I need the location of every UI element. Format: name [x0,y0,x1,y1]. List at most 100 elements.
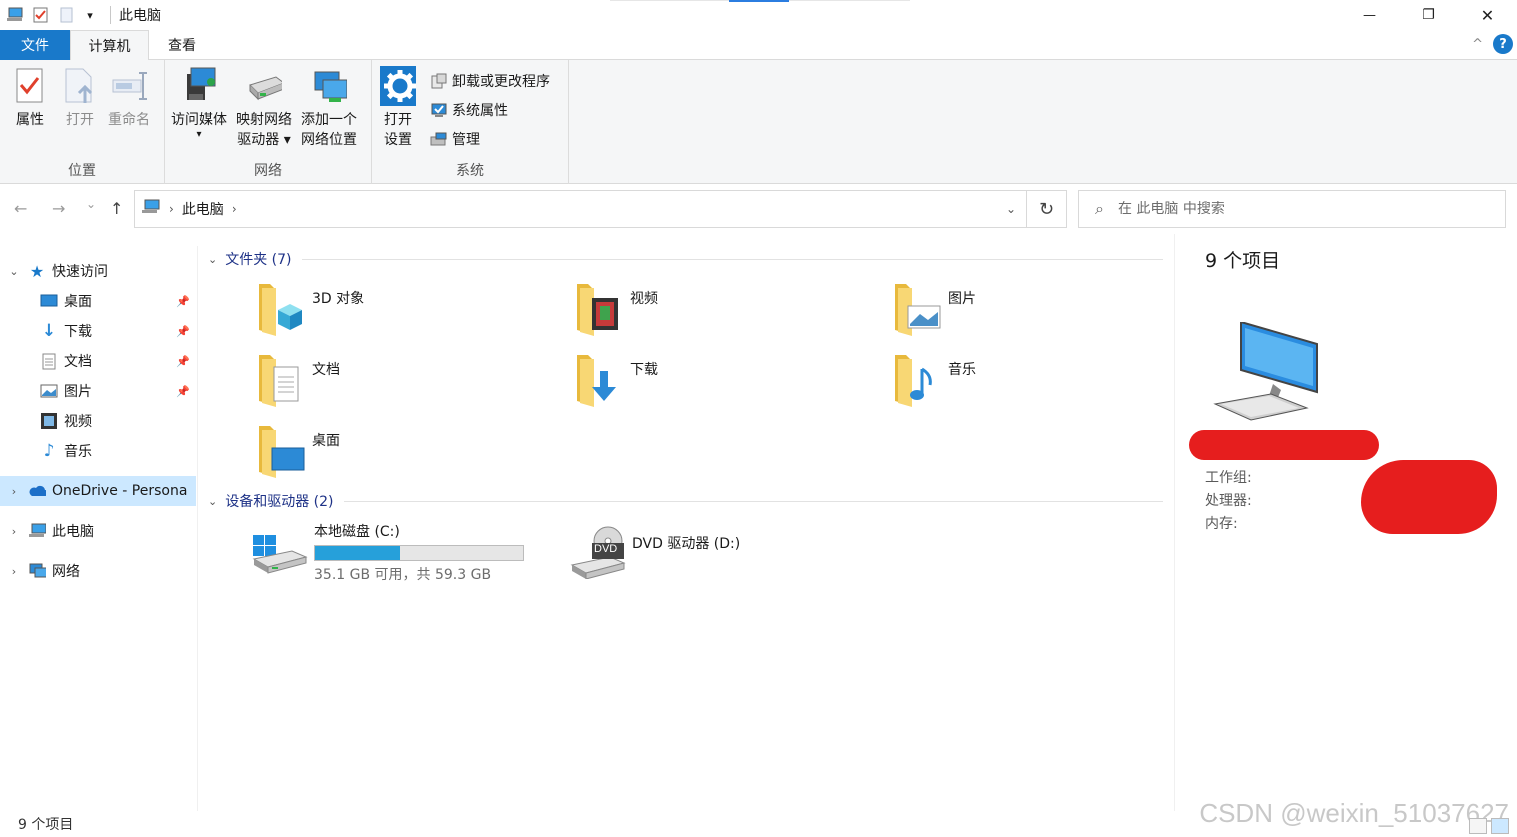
collapse-chevron-icon[interactable]: ⌄ [208,253,217,266]
expand-chevron-icon[interactable]: › [0,485,28,498]
properties-button[interactable]: 属性 [12,66,48,130]
pin-icon[interactable]: 📌 [176,385,190,398]
star-icon: ★ [29,261,45,281]
sidebar-item-documents[interactable]: 文档 📌 [0,346,196,376]
pin-icon[interactable]: 📌 [176,325,190,338]
ribbon-tabs: 文件 计算机 查看 ^ ? [0,30,1517,61]
collapse-chevron-icon[interactable]: ⌄ [208,495,217,508]
sidebar-item-label: 桌面 [64,294,92,310]
properties-icon [12,66,48,106]
map-network-drive-button[interactable]: 映射网络 驱动器 ▾ [236,66,292,150]
folder-pictures[interactable]: 图片 [892,280,1192,342]
expand-chevron-icon[interactable]: ⌄ [0,265,28,278]
rename-label: 重命名 [108,112,150,128]
folder-music[interactable]: 音乐 [892,351,1192,413]
drive-d[interactable]: DVD DVD 驱动器 (D:) [570,525,740,580]
large-icons-view-button[interactable] [1491,818,1509,834]
folder-videos[interactable]: 视频 [574,280,874,342]
local-disk-windows-icon [252,521,308,575]
view-mode-buttons [1465,818,1509,834]
folder-documents[interactable]: 文档 [256,351,556,413]
pin-icon[interactable]: 📌 [176,295,190,308]
maximize-button[interactable]: ❐ [1399,0,1458,30]
tab-computer[interactable]: 计算机 [70,30,149,61]
group-network-label: 网络 [254,163,282,179]
properties-qat-icon[interactable] [32,6,50,24]
expand-chevron-icon[interactable]: › [0,525,28,538]
sidebar-item-this-pc[interactable]: › 此电脑 [0,516,196,546]
sidebar-item-onedrive[interactable]: › OneDrive - Persona [0,476,196,506]
help-icon[interactable]: ? [1493,34,1513,54]
settings-gear-icon [380,66,416,106]
group-network: 访问媒体 ▾ 映射网络 驱动器 ▾ 添加一个 网络位置 网络 [165,60,372,184]
system-properties-button[interactable]: 系统属性 [430,100,508,120]
sidebar-item-network[interactable]: › 网络 [0,556,196,586]
folder-desktop[interactable]: 桌面 [256,422,556,484]
sidebar-item-quick-access[interactable]: ⌄ ★ 快速访问 [0,256,196,286]
close-button[interactable]: ✕ [1458,0,1517,30]
drive-c-label: 本地磁盘 (C:) [314,524,400,540]
new-folder-qat-icon[interactable] [58,6,76,24]
group-location: 属性 打开 重命名 位置 [0,60,165,184]
sidebar-item-label: 文档 [64,354,92,370]
manage-icon [430,130,448,148]
address-bar[interactable]: › 此电脑 › ⌄ [134,190,1027,228]
watermark-text: CSDN @weixin_51037627 [1199,798,1509,828]
refresh-button[interactable]: ↻ [1027,190,1067,228]
details-view-button[interactable] [1469,818,1487,834]
address-dropdown-icon[interactable]: ⌄ [1006,202,1016,216]
open-settings-label-2: 设置 [384,132,412,148]
add-network-location-button[interactable]: 添加一个 网络位置 [301,66,357,150]
open-button[interactable]: 打开 [62,66,98,130]
sidebar-item-desktop[interactable]: 桌面 📌 [0,286,196,316]
picture-icon [40,382,58,400]
sidebar-item-music[interactable]: ♪ 音乐 [0,436,196,466]
sidebar-item-downloads[interactable]: ↓ 下载 📌 [0,316,196,346]
search-input[interactable] [1117,201,1478,217]
breadcrumb-chevron-icon[interactable]: › [232,202,237,216]
drive-c-capacity-bar [314,545,524,561]
tab-view[interactable]: 查看 [149,30,215,60]
redaction-mark [1361,460,1497,534]
document-icon [40,352,58,370]
manage-label: 管理 [452,132,480,148]
sidebar-item-pictures[interactable]: 图片 📌 [0,376,196,406]
folders-section-header[interactable]: ⌄ 文件夹 (7) [208,249,1163,269]
breadcrumb-chevron-icon[interactable]: › [169,202,174,216]
navigation-pane: ⌄ ★ 快速访问 桌面 📌 ↓ 下载 📌 文档 📌 图片 📌 视频 ♪ 音乐 › [0,246,198,811]
map-network-drive-label-2: 驱动器 ▾ [237,132,291,148]
videos-folder-icon [574,280,626,338]
folders-section-title: 文件夹 (7) [225,252,292,268]
recent-locations-button[interactable]: ⌄ [86,197,96,211]
navigation-bar: ← → ⌄ ↑ › 此电脑 › ⌄ ↻ ⌕ [0,184,1517,234]
up-button[interactable]: ↑ [110,199,123,218]
qat-dropdown-icon[interactable]: ▾ [84,6,96,24]
folder-3d-objects[interactable]: 3D 对象 [256,280,556,342]
map-network-drive-icon [246,66,282,106]
expand-chevron-icon[interactable]: › [0,565,28,578]
pin-icon[interactable]: 📌 [176,355,190,368]
back-button[interactable]: ← [14,199,27,218]
folder-downloads[interactable]: 下载 [574,351,874,413]
group-system-label: 系统 [456,163,484,179]
breadcrumb-this-pc[interactable]: 此电脑 [182,199,224,219]
details-pane: 9 个项目 工作组: 处理器: 内存: [1174,234,1517,811]
minimize-button[interactable]: — [1340,0,1399,30]
access-media-button[interactable]: 访问媒体 ▾ [171,66,227,140]
sidebar-item-videos[interactable]: 视频 [0,406,196,436]
tab-file[interactable]: 文件 [0,30,70,60]
collapse-ribbon-icon[interactable]: ^ [1472,37,1483,52]
folder-label: 视频 [630,291,658,307]
pane-divider[interactable] [197,246,198,811]
open-settings-button[interactable]: 打开 设置 [380,66,416,150]
dvd-drive-icon: DVD [570,525,626,580]
search-box[interactable]: ⌕ [1078,190,1506,228]
drive-c[interactable]: 本地磁盘 (C:) 35.1 GB 可用，共 59.3 GB [252,521,524,584]
forward-button[interactable]: → [52,199,65,218]
uninstall-programs-button[interactable]: 卸载或更改程序 [430,71,550,91]
folder-label: 文档 [312,362,340,378]
devices-section-header[interactable]: ⌄ 设备和驱动器 (2) [208,491,1163,511]
manage-button[interactable]: 管理 [430,129,480,149]
rename-button[interactable]: 重命名 [108,66,150,130]
open-icon [62,66,98,106]
